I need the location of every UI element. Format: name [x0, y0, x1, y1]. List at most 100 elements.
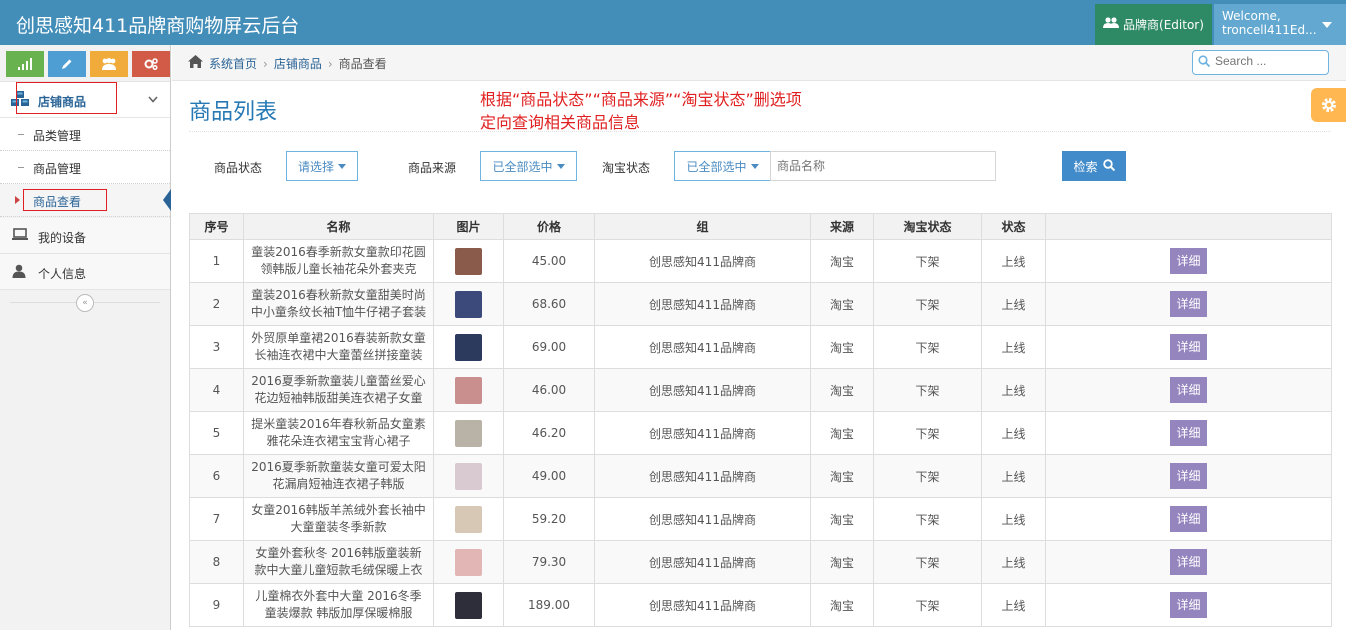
thumbnail-cell	[433, 325, 504, 369]
sidebar-subitem-label: 商品管理	[33, 162, 82, 176]
user-menu-button[interactable]: Welcome, troncell411Ed...	[1214, 4, 1346, 45]
product-thumbnail[interactable]	[455, 419, 482, 447]
detail-button[interactable]: 详细	[1170, 334, 1207, 360]
status-cell: 上线	[981, 497, 1046, 541]
product-name-cell: 提米童装2016年春秋新品女童素雅花朵连衣裙宝宝背心裙子	[243, 411, 434, 455]
thumbnail-cell	[433, 368, 504, 412]
price-cell: 45.00	[503, 239, 595, 283]
search-input[interactable]	[1215, 54, 1323, 68]
role-button[interactable]: 品牌商(Editor)	[1095, 4, 1212, 45]
product-name-cell: 外贸原单童裙2016春装新款女童长袖连衣裙中大童蕾丝拼接童装	[243, 325, 434, 369]
home-icon[interactable]	[188, 55, 203, 72]
product-thumbnail[interactable]	[455, 591, 482, 619]
detail-button[interactable]: 详细	[1170, 420, 1207, 446]
product-name-input[interactable]	[770, 151, 996, 181]
bullet-dash	[18, 134, 24, 135]
detail-button[interactable]: 详细	[1170, 549, 1207, 575]
product-name-cell: 2016夏季新款童装女童可爱太阳花漏肩短袖连衣裙子韩版	[243, 454, 434, 498]
action-cell: 详细	[1045, 540, 1332, 584]
detail-button[interactable]: 详细	[1170, 506, 1207, 532]
sidebar-item-label: 我的设备	[38, 231, 87, 245]
breadcrumb-separator: ›	[263, 56, 268, 71]
top-navbar: 创思感知411品牌商购物屏云后台 品牌商(Editor) Welcome, tr…	[0, 0, 1346, 45]
source-filter-dropdown[interactable]: 已全部选中	[480, 151, 577, 181]
price-cell: 68.60	[503, 282, 595, 326]
sidebar-subitem-category[interactable]: 品类管理	[0, 118, 170, 151]
highlight-box	[16, 82, 117, 114]
breadcrumb-home[interactable]: 系统首页	[209, 55, 257, 72]
table-row: 5 提米童装2016年春秋新品女童素雅花朵连衣裙宝宝背心裙子 46.20 创思感知41…	[189, 411, 1332, 455]
detail-button[interactable]: 详细	[1170, 592, 1207, 618]
app-title[interactable]: 创思感知411品牌商购物屏云后台	[16, 11, 299, 38]
product-thumbnail[interactable]	[455, 376, 482, 404]
column-header[interactable]: 序号	[189, 213, 244, 240]
column-header[interactable]: 价格	[503, 213, 595, 240]
users-icon[interactable]	[90, 51, 128, 77]
row-number-cell: 4	[189, 368, 244, 412]
source-cell: 淘宝	[810, 411, 874, 455]
column-header[interactable]: 组	[594, 213, 811, 240]
product-thumbnail[interactable]	[455, 290, 482, 318]
row-number-cell: 8	[189, 540, 244, 584]
status-filter-dropdown[interactable]: 请选择	[286, 151, 358, 181]
status-cell: 上线	[981, 454, 1046, 498]
annotation-line: 定向查询相关商品信息	[480, 113, 641, 132]
chevron-down-icon	[148, 93, 158, 107]
group-cell: 创思感知411品牌商	[594, 368, 811, 412]
caret-down-icon	[338, 163, 346, 169]
action-cell: 详细	[1045, 368, 1332, 412]
breadcrumb-bar: 系统首页 › 店铺商品 › 商品查看	[172, 45, 1346, 81]
annotation-note: 根据“商品状态”“商品来源”“淘宝状态”删选项 定向查询相关商品信息	[480, 88, 802, 134]
column-header[interactable]: 淘宝状态	[873, 213, 982, 240]
collapse-sidebar-icon[interactable]: «	[76, 294, 94, 312]
annotation-line: 根据“商品状态”“商品来源”“淘宝状态”删选项	[480, 90, 802, 109]
status-filter-label: 商品状态	[214, 161, 263, 175]
product-thumbnail[interactable]	[455, 333, 482, 361]
row-number-cell: 2	[189, 282, 244, 326]
product-thumbnail[interactable]	[455, 548, 482, 576]
search-button[interactable]: 检索	[1062, 151, 1126, 181]
product-thumbnail[interactable]	[455, 462, 482, 490]
signal-icon[interactable]	[6, 51, 44, 77]
product-thumbnail[interactable]	[455, 505, 482, 533]
product-thumbnail[interactable]	[455, 247, 482, 275]
bullet-dash	[18, 167, 24, 168]
status-filter-value: 请选择	[297, 159, 334, 174]
status-cell: 上线	[981, 239, 1046, 283]
welcome-text: Welcome,	[1222, 9, 1281, 23]
sidebar-item-profile[interactable]: 个人信息	[0, 254, 170, 290]
source-cell: 淘宝	[810, 325, 874, 369]
detail-button[interactable]: 详细	[1170, 377, 1207, 403]
taobao-status-cell: 下架	[873, 497, 982, 541]
column-header[interactable]: 名称	[243, 213, 434, 240]
status-cell: 上线	[981, 583, 1046, 627]
source-cell: 淘宝	[810, 368, 874, 412]
detail-button[interactable]: 详细	[1170, 463, 1207, 489]
column-header[interactable]: 图片	[433, 213, 504, 240]
column-header[interactable]: 状态	[981, 213, 1046, 240]
table-row: 3 外贸原单童裙2016春装新款女童长袖连衣裙中大童蕾丝拼接童装 69.00 创思感知…	[189, 325, 1332, 369]
sidebar-shortcuts	[6, 51, 170, 77]
breadcrumb-section[interactable]: 店铺商品	[274, 55, 322, 72]
sidebar-subitem-product-manage[interactable]: 商品管理	[0, 151, 170, 184]
detail-button[interactable]: 详细	[1170, 248, 1207, 274]
caret-down-icon	[750, 163, 759, 169]
group-cell: 创思感知411品牌商	[594, 583, 811, 627]
gear-icon[interactable]	[1311, 88, 1346, 122]
user-icon	[12, 264, 26, 281]
table-row: 9 儿童棉衣外套中大童 2016冬季童装爆款 韩版加厚保暖棉服 189.00 创思感知…	[189, 583, 1332, 627]
nav-search	[1192, 50, 1329, 75]
taobao-filter-dropdown[interactable]: 已全部选中	[674, 151, 771, 181]
cogs-icon[interactable]	[132, 51, 170, 77]
column-header[interactable]: 来源	[810, 213, 874, 240]
source-cell: 淘宝	[810, 282, 874, 326]
row-number-cell: 1	[189, 239, 244, 283]
search-icon	[1198, 55, 1211, 70]
caret-down-icon	[1322, 22, 1332, 28]
sidebar-item-my-devices[interactable]: 我的设备	[0, 218, 170, 254]
column-header	[1045, 213, 1332, 240]
detail-button[interactable]: 详细	[1170, 291, 1207, 317]
product-name-cell: 女童2016韩版羊羔绒外套长袖中大童童装冬季新款	[243, 497, 434, 541]
group-cell: 创思感知411品牌商	[594, 325, 811, 369]
pencil-icon[interactable]	[48, 51, 86, 77]
